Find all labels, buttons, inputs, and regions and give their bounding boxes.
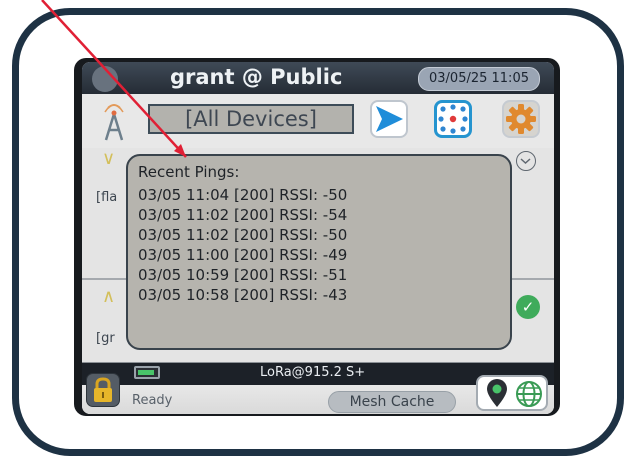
gear-icon (506, 104, 536, 134)
ping-entry: 03/05 10:58 [200] RSSI: -43 (138, 286, 348, 304)
mesh-cache-button[interactable]: Mesh Cache (328, 391, 456, 413)
ping-entry: 03/05 10:59 [200] RSSI: -51 (138, 266, 348, 284)
popup-title: Recent Pings: (138, 163, 240, 181)
settings-button[interactable] (502, 100, 540, 138)
user-channel-title: grant @ Public (170, 65, 343, 89)
datetime-badge: 03/05/25 11:05 (418, 67, 540, 91)
list-item-name: [gr (96, 331, 115, 346)
status-ok-icon: ✓ (516, 295, 540, 319)
recent-pings-popup[interactable]: Recent Pings: 03/05 11:04 [200] RSSI: -5… (126, 154, 512, 350)
status-text: Ready (132, 393, 173, 408)
mesh-network-icon (438, 104, 468, 134)
ping-entry: 03/05 11:02 [200] RSSI: -50 (138, 226, 348, 244)
send-arrow-icon (376, 106, 403, 132)
device-screen: grant @ Public 03/05/25 11:05 [All Devic… (82, 62, 554, 414)
status-bar: LoRa@915.2 S+ Ready Mesh Cache (82, 362, 554, 414)
lock-button[interactable] (86, 373, 120, 407)
expand-circle-icon[interactable] (516, 151, 536, 171)
expand-chevron-icon[interactable]: ∧ (102, 286, 115, 307)
lock-icon (94, 377, 112, 402)
avatar[interactable] (92, 66, 118, 92)
map-pin-icon (487, 379, 507, 407)
globe-icon (516, 381, 542, 407)
mesh-view-button[interactable] (434, 100, 472, 138)
title-bar: grant @ Public 03/05/25 11:05 (82, 62, 554, 94)
ping-entry: 03/05 11:02 [200] RSSI: -54 (138, 206, 348, 224)
toolbar: [All Devices] (82, 94, 554, 149)
radio-frequency: LoRa@915.2 S+ (260, 365, 366, 380)
map-globe-button[interactable] (476, 375, 548, 411)
ping-entry: 03/05 11:04 [200] RSSI: -50 (138, 186, 348, 204)
ping-entry: 03/05 11:00 [200] RSSI: -49 (138, 246, 348, 264)
battery-icon (134, 366, 160, 379)
send-button[interactable] (370, 100, 408, 138)
device-filter-select[interactable]: [All Devices] (148, 104, 354, 134)
collapse-chevron-icon[interactable]: ∨ (102, 148, 115, 169)
antenna-icon (104, 104, 124, 141)
list-item-name: [fla (96, 190, 118, 205)
